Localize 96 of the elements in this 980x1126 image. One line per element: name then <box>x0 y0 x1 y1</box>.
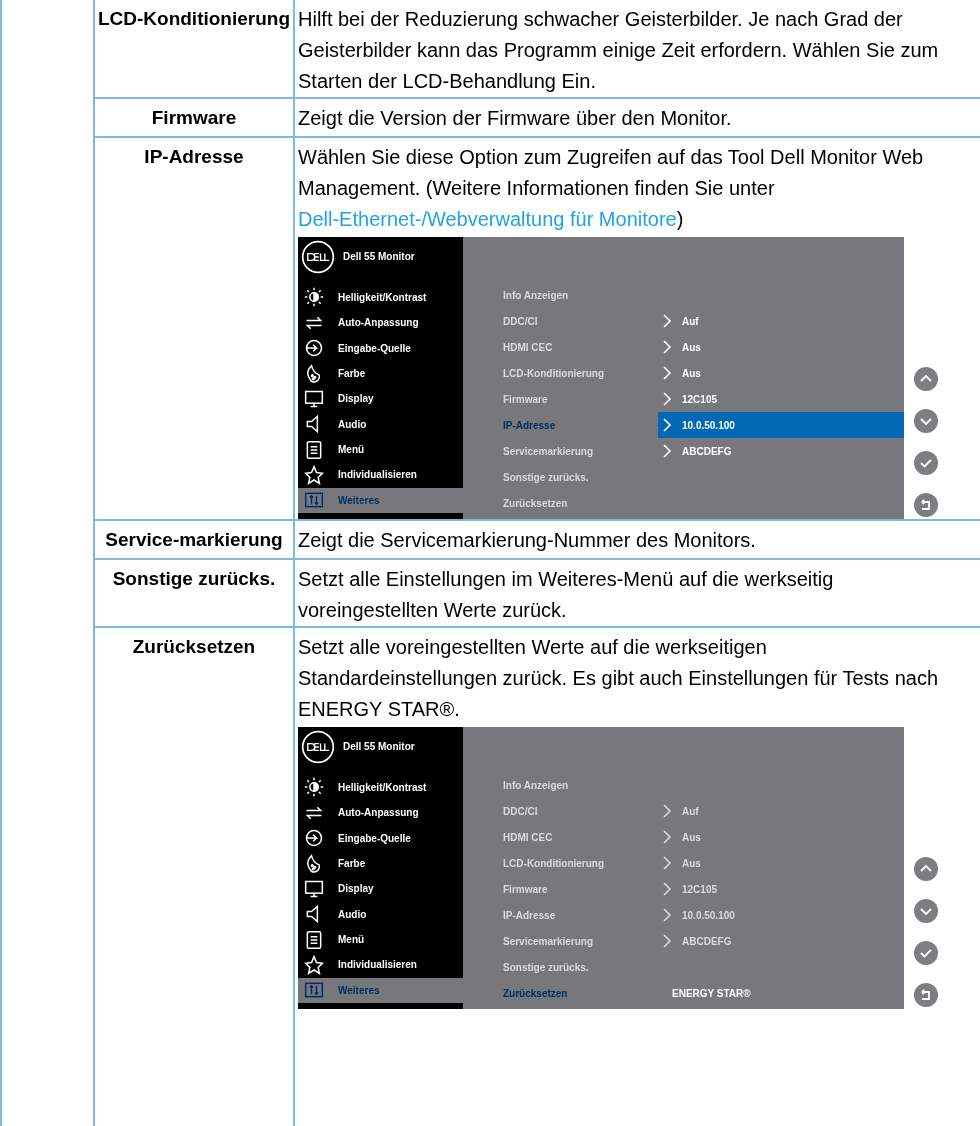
osd-menu-item[interactable]: Display <box>298 876 463 902</box>
osd-setting-value: 12C105 <box>658 876 904 902</box>
osd-submenu-item[interactable]: HDMI CEC <box>463 831 658 843</box>
manual-link[interactable]: Dell-Ethernet-/Webverwaltung für Monitore <box>298 208 677 230</box>
confirm-button-icon[interactable] <box>914 451 938 475</box>
osd-submenu-item[interactable]: Sonstige zurücks. <box>463 961 658 973</box>
up-button-icon[interactable] <box>914 367 938 391</box>
osd-menu-item[interactable]: Weiteres <box>298 977 463 1003</box>
osd-menu-item[interactable]: Helligkeit/Kontrast <box>298 774 463 801</box>
monitor-icon <box>304 388 324 409</box>
osd-setting-value: Auf <box>658 308 904 334</box>
setting-description: Zeigt die Servicemarkierung-Nummer des Monitors. <box>298 528 757 553</box>
osd-submenu-item[interactable]: LCD-Konditionierung <box>463 857 658 869</box>
setting-name: Zurücksetzen <box>132 636 256 657</box>
osd-submenu-item[interactable]: HDMI CEC <box>463 341 658 353</box>
osd-menu-item[interactable]: Farbe <box>298 850 463 877</box>
osd-title: Dell 55 Monitor <box>343 741 415 753</box>
down-button-icon[interactable] <box>914 409 938 433</box>
osd-setting-value: ABCDEFG <box>658 928 904 954</box>
setting-name: IP-Adresse <box>144 146 244 167</box>
up-button-icon[interactable] <box>914 857 938 881</box>
osd-submenu-item[interactable]: IP-Adresse <box>463 909 658 921</box>
osd-setting-value: ENERGY STAR® <box>671 986 752 1001</box>
osd-submenu-item[interactable]: DDC/CI <box>463 805 658 817</box>
osd-submenu-item[interactable]: Firmware <box>463 393 658 405</box>
osd-setting-value: 10.0.50.100 <box>658 902 904 928</box>
chevron-icon <box>662 934 672 948</box>
osd-menu-item[interactable]: Eingabe-Quelle <box>298 825 463 851</box>
osd-submenu-item[interactable]: Servicemarkierung <box>463 935 658 947</box>
setting-name: LCD-Konditionierung <box>97 8 291 29</box>
osd-menu-item[interactable]: Auto-Anpassung <box>298 310 463 336</box>
brightness-icon <box>304 777 324 798</box>
osd-menu-item[interactable]: Helligkeit/Kontrast <box>298 284 463 311</box>
osd-setting-value: 12C105 <box>658 386 904 412</box>
osd-submenu-item[interactable]: Servicemarkierung <box>463 445 658 457</box>
osd-submenu-item[interactable]: Zurücksetzen <box>463 987 658 999</box>
monitor-icon <box>304 878 324 899</box>
star-icon <box>304 464 324 485</box>
input-icon <box>304 828 324 849</box>
osd-setting-value: Aus <box>658 360 904 386</box>
osd-setting-value: Aus <box>658 850 904 876</box>
osd-menu-item[interactable]: Menü <box>298 436 463 463</box>
osd-submenu-item[interactable]: Sonstige zurücks. <box>463 471 658 483</box>
osd-menu-item[interactable]: Audio <box>298 901 463 927</box>
setting-description: Hilft bei der Reduzierung schwacher Geisterbilder. Je nach Grad der Geisterbilder kann das Programm einige Zeit erfordern. Wählen Sie zum Starten der LCD-Behandlung Ein. <box>298 7 940 94</box>
down-button-icon[interactable] <box>914 899 938 923</box>
chevron-icon <box>662 804 672 818</box>
chevron-icon <box>662 444 672 458</box>
osd-setting-value: Auf <box>658 798 904 824</box>
brightness-icon <box>304 287 324 308</box>
osd-menu-item[interactable]: Auto-Anpassung <box>298 800 463 826</box>
osd-submenu-item[interactable]: IP-Adresse <box>463 419 658 431</box>
input-icon <box>304 338 324 359</box>
setting-description: Setzt alle Einstellungen im Weiteres-Menü auf die werkseitig voreingestellten Werte zurück. <box>298 567 835 623</box>
document-icon <box>304 439 324 460</box>
osd-setting-value: Aus <box>658 334 904 360</box>
chevron-icon <box>662 314 672 328</box>
back-button-icon[interactable] <box>914 493 938 517</box>
osd-setting-value: Aus <box>658 824 904 850</box>
osd-menu-item[interactable]: Display <box>298 386 463 412</box>
osd-submenu-item[interactable]: LCD-Konditionierung <box>463 367 658 379</box>
setting-name: Firmware <box>151 107 237 128</box>
logo-icon <box>301 239 335 274</box>
chevron-icon <box>662 908 672 922</box>
document-icon <box>304 929 324 950</box>
osd-setting-value: 10.0.50.100 <box>658 412 904 438</box>
chevron-icon <box>662 340 672 354</box>
osd-menu-item[interactable]: Weiteres <box>298 487 463 513</box>
logo-icon <box>301 729 335 764</box>
osd-setting-value: ABCDEFG <box>658 438 904 464</box>
chevron-icon <box>662 366 672 380</box>
star-icon <box>304 954 324 975</box>
osd-submenu-item[interactable]: DDC/CI <box>463 315 658 327</box>
osd-menu-item[interactable]: Audio <box>298 411 463 437</box>
setting-description: Setzt alle voreingestellten Werte auf die werkseitigen Standardeinstellungen zurück. Es gibt auch Einstellungen für Tests nach ENERGY STAR®. <box>298 635 940 722</box>
setting-name: Service-markierung <box>105 529 283 550</box>
setting-description: Wählen Sie diese Option zum Zugreifen auf das Tool Dell Monitor Web Management. (Weitere Informationen finden Sie unter Dell-Ethernet-/Webverwaltung für Monitore) <box>298 145 925 232</box>
chevron-icon <box>662 856 672 870</box>
setting-description: Zeigt die Version der Firmware über den Monitor. <box>298 106 733 131</box>
osd-menu-item[interactable]: Individualisieren <box>298 952 463 978</box>
osd-submenu-item[interactable]: Info Anzeigen <box>463 289 658 301</box>
setting-name: Sonstige zurücks. <box>112 568 276 589</box>
chevron-icon <box>662 418 672 432</box>
chevron-icon <box>662 830 672 844</box>
chevron-icon <box>662 882 672 896</box>
osd-menu-item[interactable]: Farbe <box>298 360 463 387</box>
chevron-icon <box>662 392 672 406</box>
osd-title: Dell 55 Monitor <box>343 251 415 263</box>
osd-submenu-item[interactable]: Firmware <box>463 883 658 895</box>
confirm-button-icon[interactable] <box>914 941 938 965</box>
osd-submenu-item[interactable]: Info Anzeigen <box>463 779 658 791</box>
osd-menu-item[interactable]: Individualisieren <box>298 462 463 488</box>
osd-menu-item[interactable]: Menü <box>298 926 463 953</box>
back-button-icon[interactable] <box>914 983 938 1007</box>
osd-menu-item[interactable]: Eingabe-Quelle <box>298 335 463 361</box>
osd-submenu-item[interactable]: Zurücksetzen <box>463 497 658 509</box>
